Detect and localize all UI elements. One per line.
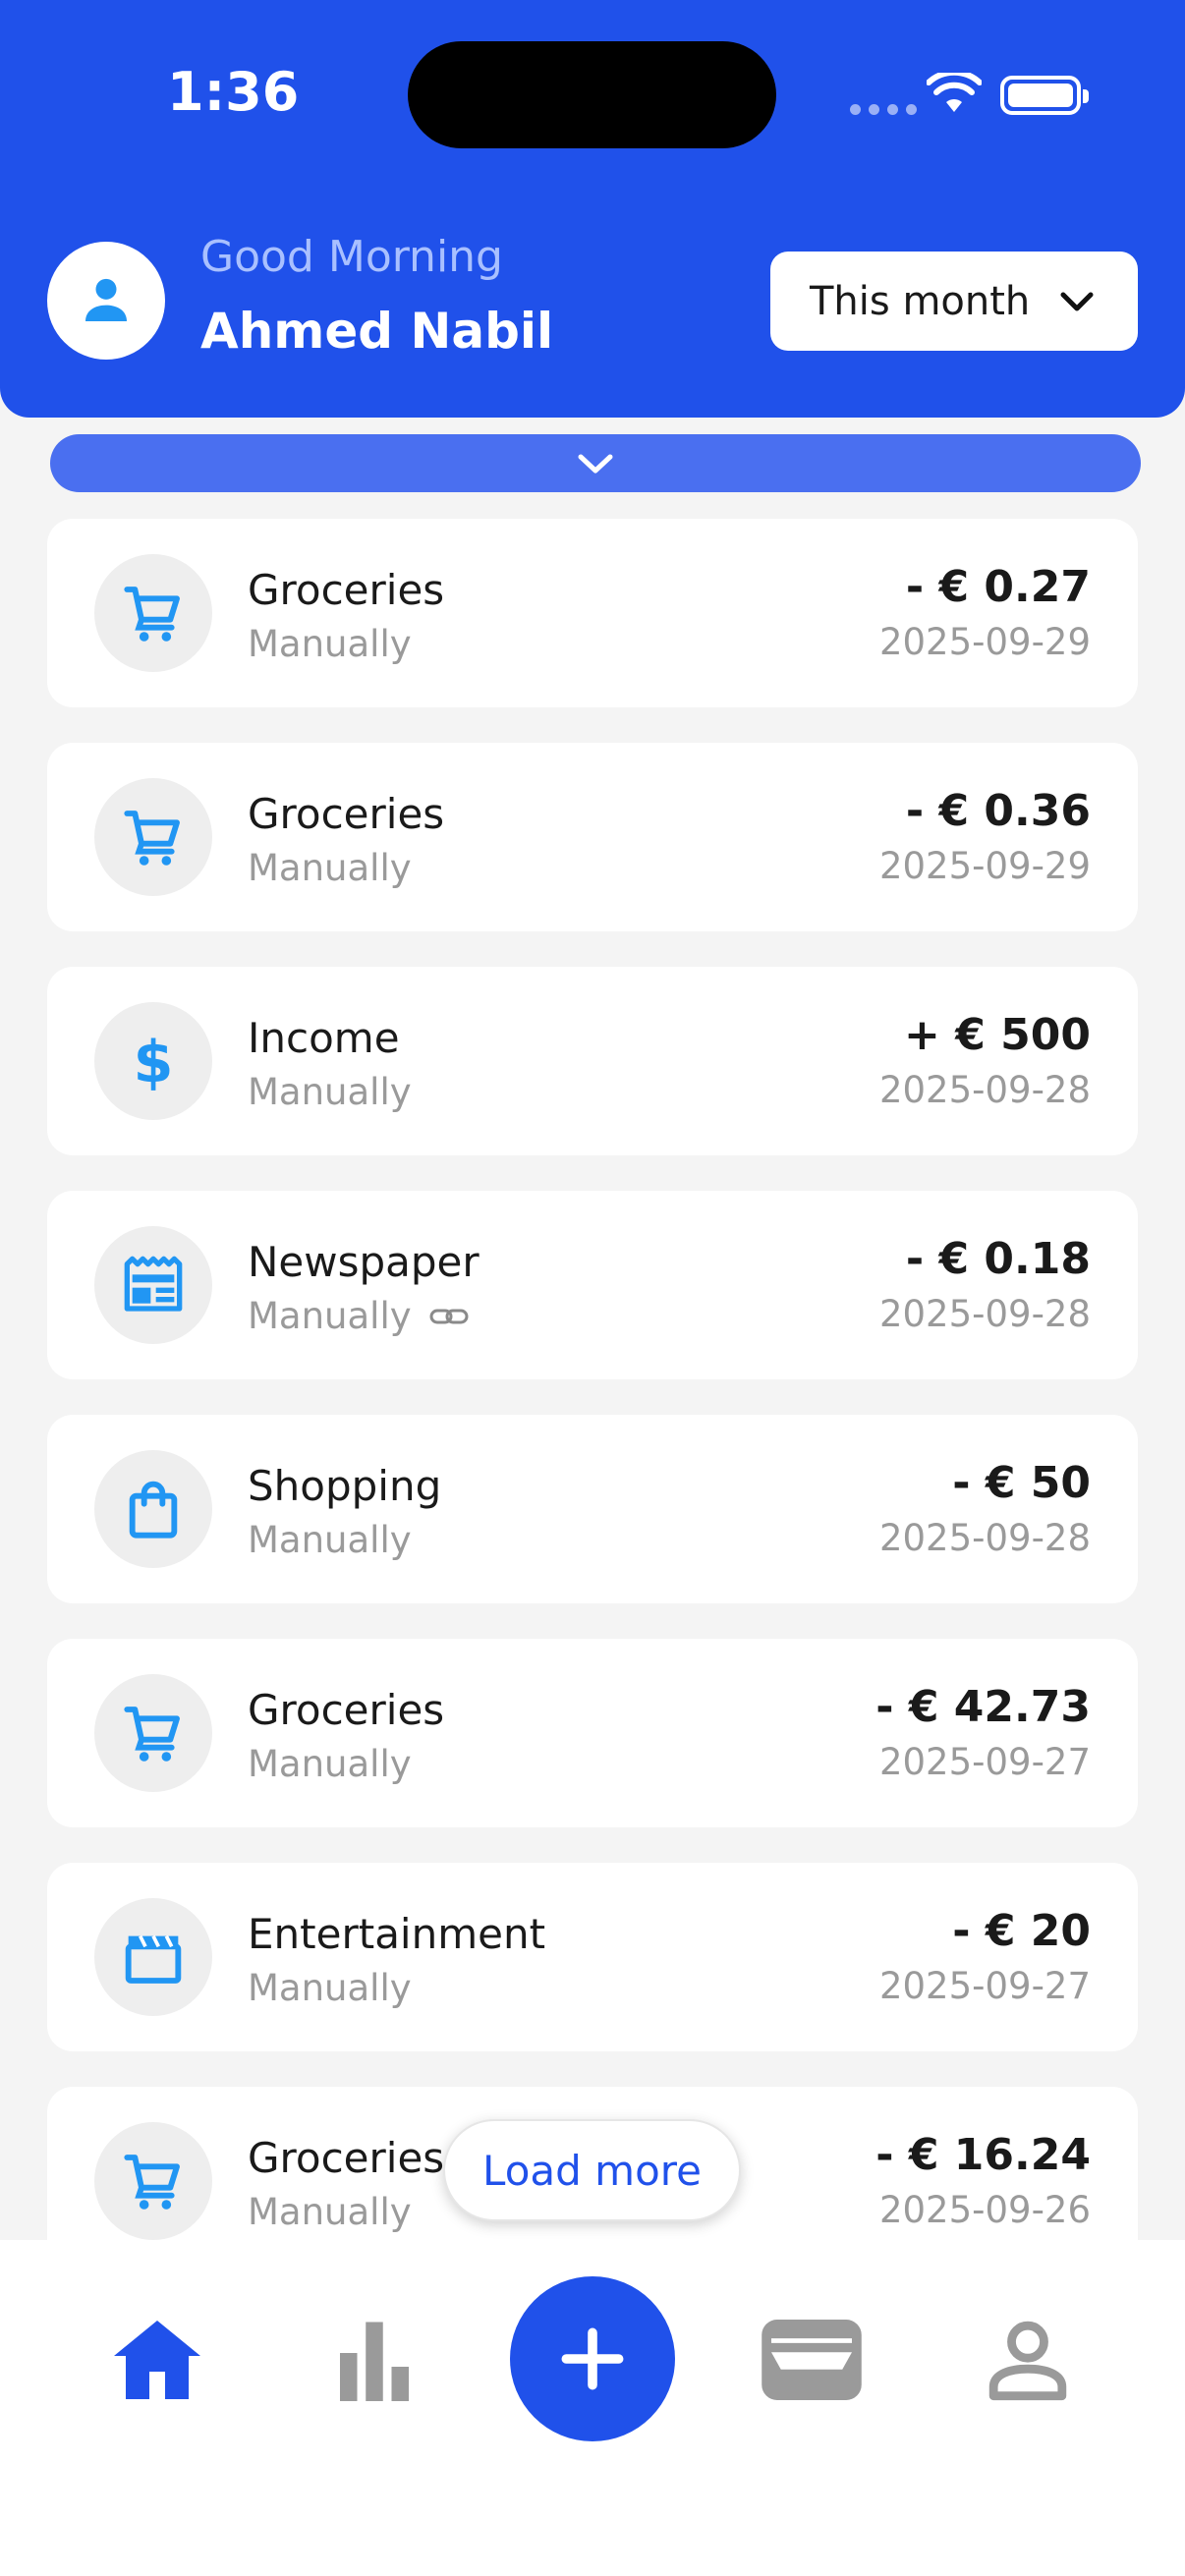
- transaction-amount: - € 42.73: [875, 1682, 1091, 1732]
- transaction-source: Manually: [248, 2191, 412, 2233]
- greeting-text: Good Morning: [200, 232, 503, 282]
- transaction-source: Manually: [248, 1519, 412, 1561]
- shopping-bag-icon: [122, 1478, 185, 1540]
- transaction-amount: - € 16.24: [875, 2130, 1091, 2180]
- transaction-date: 2025-09-29: [878, 621, 1091, 663]
- transaction-source: Manually: [248, 847, 412, 889]
- transaction-category: Groceries: [248, 566, 445, 614]
- category-icon-badge: [94, 1450, 212, 1568]
- transaction-row[interactable]: Groceries Manually - € 0.36 2025-09-29: [47, 743, 1138, 931]
- transaction-source-group: Manually: [248, 1967, 412, 2009]
- transaction-date: 2025-09-28: [878, 1293, 1091, 1335]
- cart-icon: [122, 1702, 185, 1764]
- nav-home[interactable]: [102, 2311, 212, 2409]
- transaction-amount: - € 0.18: [905, 1234, 1091, 1284]
- link-icon: [429, 1309, 469, 1323]
- clapperboard-icon: [122, 1926, 185, 1988]
- svg-text:$: $: [134, 1030, 174, 1092]
- plus-icon: [561, 2327, 624, 2390]
- chevron-down-icon: [578, 454, 613, 473]
- status-time: 1:36: [167, 61, 300, 123]
- transaction-source: Manually: [248, 1967, 412, 2009]
- transaction-row[interactable]: $ Income Manually + € 500 2025-09-28: [47, 967, 1138, 1155]
- transaction-category: Groceries: [248, 1686, 445, 1734]
- cellular-signal-icon: [850, 104, 917, 115]
- cart-icon: [122, 582, 185, 644]
- transaction-category: Groceries: [248, 2134, 445, 2182]
- expand-summary-toggle[interactable]: [50, 434, 1141, 492]
- period-label: This month: [810, 278, 1031, 324]
- transaction-amount: - € 50: [952, 1458, 1091, 1508]
- period-dropdown[interactable]: This month: [770, 252, 1138, 351]
- transaction-amount: - € 20: [952, 1906, 1091, 1956]
- transaction-date: 2025-09-26: [878, 2189, 1091, 2231]
- nav-wallet[interactable]: [757, 2311, 867, 2409]
- nav-stats[interactable]: [319, 2311, 429, 2409]
- transaction-row[interactable]: Shopping Manually - € 50 2025-09-28: [47, 1415, 1138, 1603]
- load-more-button[interactable]: Load more: [443, 2119, 741, 2221]
- transaction-date: 2025-09-27: [878, 1965, 1091, 2007]
- category-icon-badge: [94, 1674, 212, 1792]
- battery-icon: [1000, 76, 1089, 115]
- transaction-date: 2025-09-28: [878, 1517, 1091, 1559]
- category-icon-badge: $: [94, 1002, 212, 1120]
- transaction-source-group: Manually: [248, 1743, 412, 1785]
- transaction-source-group: Manually: [248, 1295, 469, 1337]
- transaction-amount: - € 0.27: [905, 562, 1091, 612]
- transaction-source: Manually: [248, 1295, 412, 1337]
- user-icon: [85, 278, 127, 321]
- category-icon-badge: [94, 1226, 212, 1344]
- transaction-source: Manually: [248, 1071, 412, 1113]
- transaction-row[interactable]: Newspaper Manually - € 0.18 2025-09-28: [47, 1191, 1138, 1379]
- transaction-source-group: Manually: [248, 623, 412, 665]
- transaction-row[interactable]: Groceries Manually - € 0.27 2025-09-29: [47, 519, 1138, 707]
- transaction-list: Groceries Manually - € 0.27 2025-09-29 Groce…: [47, 519, 1138, 2311]
- nav-profile[interactable]: [973, 2311, 1083, 2409]
- wifi-icon: [926, 69, 983, 118]
- transaction-amount: - € 0.36: [905, 786, 1091, 836]
- transaction-category: Groceries: [248, 790, 445, 838]
- add-transaction-button[interactable]: [510, 2276, 675, 2441]
- transaction-date: 2025-09-29: [878, 845, 1091, 887]
- transaction-date: 2025-09-28: [878, 1069, 1091, 1111]
- transaction-category: Newspaper: [248, 1238, 480, 1286]
- header: 1:36 Good Morning Ahmed Nabil This month: [0, 0, 1185, 418]
- user-name: Ahmed Nabil: [200, 303, 554, 360]
- transaction-source-group: Manually: [248, 2191, 412, 2233]
- transaction-row[interactable]: Entertainment Manually - € 20 2025-09-27: [47, 1863, 1138, 2051]
- cart-icon: [122, 2150, 185, 2212]
- chevron-down-icon: [1060, 292, 1094, 310]
- transaction-source: Manually: [248, 1743, 412, 1785]
- transaction-row[interactable]: Groceries Manually - € 42.73 2025-09-27: [47, 1639, 1138, 1827]
- wallet-icon: [762, 2320, 862, 2400]
- category-icon-badge: [94, 2122, 212, 2240]
- newspaper-icon: [122, 1254, 185, 1316]
- transaction-source: Manually: [248, 623, 412, 665]
- dollar-icon: $: [122, 1030, 185, 1092]
- app-screen: 1:36 Good Morning Ahmed Nabil This month…: [0, 0, 1185, 2576]
- transaction-source-group: Manually: [248, 1071, 412, 1113]
- transaction-source-group: Manually: [248, 1519, 412, 1561]
- category-icon-badge: [94, 778, 212, 896]
- transaction-date: 2025-09-27: [878, 1741, 1091, 1783]
- transaction-source-group: Manually: [248, 847, 412, 889]
- home-icon: [114, 2321, 200, 2399]
- transaction-amount: + € 500: [904, 1010, 1091, 1060]
- category-icon-badge: [94, 554, 212, 672]
- transaction-category: Income: [248, 1014, 400, 1062]
- profile-icon: [988, 2321, 1067, 2401]
- cart-icon: [122, 806, 185, 868]
- dynamic-island: [408, 41, 776, 148]
- category-icon-badge: [94, 1898, 212, 2016]
- transaction-category: Entertainment: [248, 1910, 546, 1958]
- transaction-category: Shopping: [248, 1462, 442, 1510]
- avatar[interactable]: [47, 242, 165, 360]
- bar-chart-icon: [340, 2322, 409, 2401]
- bottom-nav: [0, 2240, 1185, 2576]
